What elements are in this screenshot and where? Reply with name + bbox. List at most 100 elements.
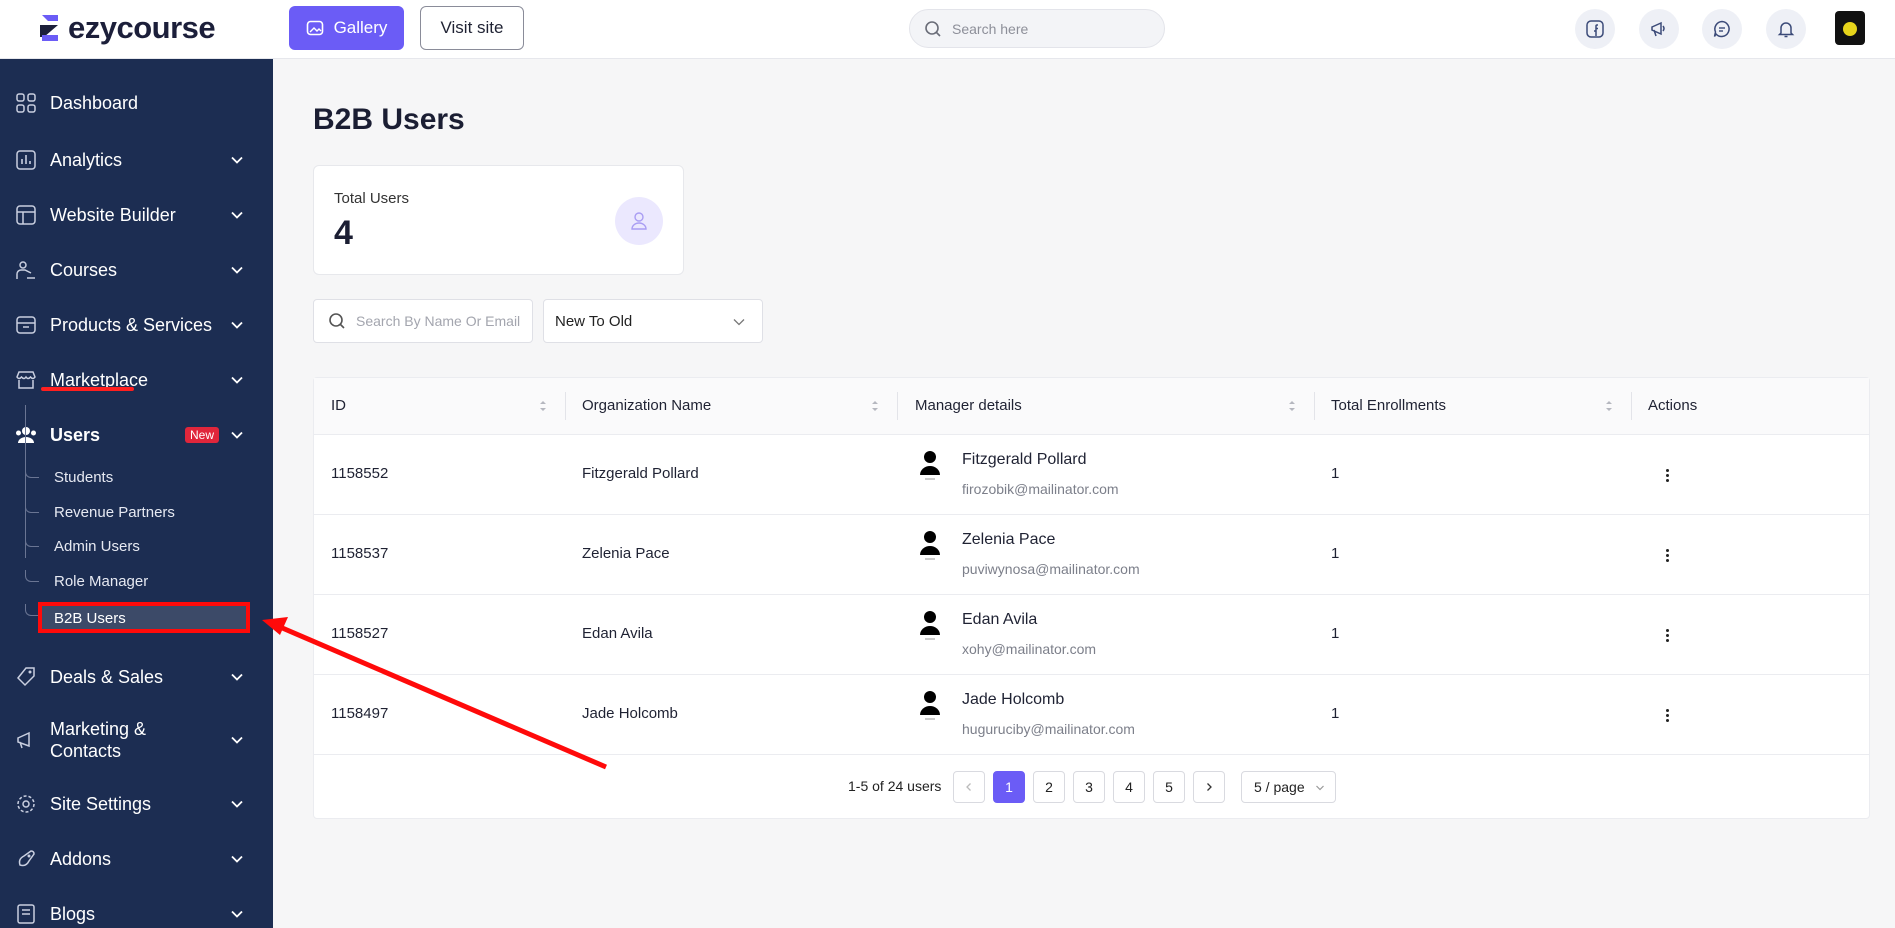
sort-select[interactable]: New To Old: [543, 299, 763, 343]
brand-logo[interactable]: ezycourse: [38, 10, 216, 46]
chevron-down-icon: [733, 319, 745, 326]
cell-enrollments: 1: [1331, 545, 1340, 562]
sort-icon[interactable]: [538, 398, 548, 414]
column-header-id[interactable]: ID: [331, 397, 346, 414]
page-size-value: 5 / page: [1254, 779, 1305, 795]
sidebar-item-site-settings[interactable]: Site Settings: [0, 791, 273, 817]
messages-button[interactable]: [1702, 9, 1742, 49]
cell-organization: Zelenia Pace: [582, 545, 670, 562]
new-badge: New: [185, 427, 220, 443]
table-row: 1158497 Jade Holcomb Jade Holcomb huguru…: [314, 675, 1869, 755]
global-search[interactable]: [909, 9, 1165, 48]
sidebar-item-courses[interactable]: Courses: [0, 257, 273, 283]
column-header-manager[interactable]: Manager details: [915, 397, 1022, 414]
search-icon: [925, 20, 941, 37]
sidebar-item-marketing-contacts[interactable]: Marketing & Contacts: [0, 718, 273, 762]
b2b-users-table: ID Organization Name Manager details Tot…: [313, 377, 1870, 819]
submenu-item-revenue-partners[interactable]: Revenue Partners: [54, 504, 175, 521]
cell-id: 1158527: [331, 625, 389, 642]
submenu-label: B2B Users: [54, 610, 126, 627]
more-actions-icon[interactable]: [1659, 467, 1675, 483]
manager-name: Zelenia Pace: [962, 531, 1056, 548]
more-actions-icon[interactable]: [1659, 707, 1675, 723]
gallery-icon: [306, 20, 323, 36]
more-actions-icon[interactable]: [1659, 547, 1675, 563]
page-button-4[interactable]: 4: [1113, 771, 1145, 803]
user-stat-icon: [615, 197, 663, 245]
sidebar-item-website-builder[interactable]: Website Builder: [0, 202, 273, 228]
dashboard-icon: [14, 91, 38, 115]
avatar-image: [1843, 22, 1857, 36]
chevron-left-icon: [966, 783, 971, 791]
sidebar-item-analytics[interactable]: Analytics: [0, 147, 273, 173]
analytics-icon: [14, 148, 38, 172]
page-button-5[interactable]: 5: [1153, 771, 1185, 803]
search-icon: [329, 313, 345, 329]
chat-icon: [1713, 20, 1730, 38]
column-divider: [897, 392, 898, 420]
manager-email: huguruciby@mailinator.com: [962, 721, 1135, 737]
settings-icon: [14, 792, 38, 816]
cell-id: 1158497: [331, 705, 389, 722]
gallery-label: Gallery: [333, 18, 388, 37]
page-button-3[interactable]: 3: [1073, 771, 1105, 803]
sort-icon[interactable]: [1604, 398, 1614, 414]
facebook-button[interactable]: [1575, 9, 1615, 49]
chevron-down-icon: [231, 321, 243, 329]
gallery-button[interactable]: Gallery: [289, 6, 404, 50]
bell-icon: [1777, 22, 1795, 38]
sidebar-item-users[interactable]: Users New: [0, 422, 273, 448]
sidebar-item-blogs[interactable]: Blogs: [0, 901, 273, 927]
sidebar-label: Blogs: [50, 904, 96, 924]
submenu-item-students[interactable]: Students: [54, 469, 113, 486]
manager-email: firozobik@mailinator.com: [962, 481, 1119, 497]
visit-site-button[interactable]: Visit site: [420, 6, 524, 50]
sidebar-label: Analytics: [50, 150, 123, 170]
sidebar-label: Dashboard: [50, 93, 139, 113]
sort-icon[interactable]: [870, 398, 880, 414]
brand-name: ezycourse: [68, 10, 216, 45]
sidebar-label: Website Builder: [50, 205, 176, 225]
sidebar-label-line2: Contacts: [50, 741, 122, 761]
user-search-input[interactable]: [356, 313, 526, 329]
column-header-organization[interactable]: Organization Name: [582, 397, 711, 414]
more-actions-icon[interactable]: [1659, 627, 1675, 643]
sort-icon[interactable]: [1287, 398, 1297, 414]
total-users-card: Total Users 4: [313, 165, 684, 275]
user-avatar[interactable]: [1835, 11, 1865, 45]
products-icon: [14, 313, 38, 337]
manager-name: Edan Avila: [962, 611, 1038, 628]
chevron-down-icon: [231, 431, 243, 439]
notifications-button[interactable]: [1766, 9, 1806, 49]
chevron-down-icon: [1316, 785, 1324, 791]
page-button-1[interactable]: 1: [993, 771, 1025, 803]
user-search[interactable]: [313, 299, 533, 343]
sidebar-label: Products & Services: [50, 315, 213, 335]
sort-value: New To Old: [555, 312, 633, 330]
prev-page-button[interactable]: [953, 771, 985, 803]
submenu-branch: [25, 604, 39, 616]
chevron-down-icon: [231, 910, 243, 918]
announcement-button[interactable]: [1639, 9, 1679, 49]
chevron-right-icon: [1207, 783, 1212, 791]
manager-name: Jade Holcomb: [962, 691, 1065, 708]
column-header-enrollments[interactable]: Total Enrollments: [1331, 397, 1446, 414]
page-button-2[interactable]: 2: [1033, 771, 1065, 803]
page-title: B2B Users: [313, 103, 465, 136]
submenu-item-b2b-users[interactable]: B2B Users: [38, 602, 250, 633]
global-search-input[interactable]: [952, 20, 1142, 37]
cell-organization: Jade Holcomb: [582, 705, 678, 722]
sidebar-item-addons[interactable]: Addons: [0, 846, 273, 872]
deals-icon: [14, 665, 38, 689]
submenu-item-role-manager[interactable]: Role Manager: [54, 573, 148, 590]
sidebar-item-products-services[interactable]: Products & Services: [0, 312, 273, 338]
cell-id: 1158552: [331, 465, 389, 482]
page-size-select[interactable]: 5 / page: [1241, 771, 1336, 803]
sidebar-label: Addons: [50, 849, 112, 869]
next-page-button[interactable]: [1193, 771, 1225, 803]
column-header-actions: Actions: [1648, 397, 1698, 414]
sidebar-item-dashboard[interactable]: Dashboard: [0, 90, 273, 116]
column-divider: [565, 392, 566, 420]
submenu-item-admin-users[interactable]: Admin Users: [54, 538, 140, 555]
sidebar-item-deals-sales[interactable]: Deals & Sales: [0, 664, 273, 690]
